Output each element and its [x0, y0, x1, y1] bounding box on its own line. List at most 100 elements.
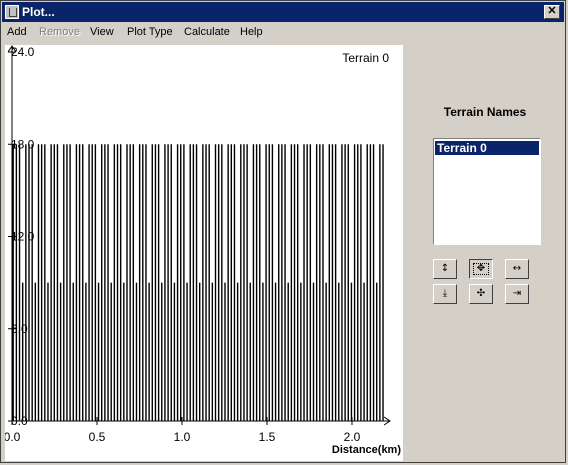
- pan-all-button[interactable]: ✥: [469, 259, 493, 279]
- terrain-bar: [31, 144, 33, 421]
- terrain-bar: [230, 144, 233, 421]
- plot-area[interactable]: 0.0 0.5 1.0 1.5 2.0 0.0 6.0 12.0 18.0 24.0 Terrai…: [5, 45, 403, 461]
- compress-all-icon: ✣: [476, 288, 486, 299]
- terrain-bar: [75, 144, 78, 421]
- terrain-bar: [366, 144, 368, 421]
- terrain-bar: [236, 282, 239, 421]
- terrain-bar: [50, 144, 52, 421]
- terrain-bar: [161, 282, 163, 421]
- menu-calculate[interactable]: Calculate: [184, 26, 230, 38]
- menu-help[interactable]: Help: [240, 26, 263, 38]
- terrain-bar: [338, 282, 340, 421]
- terrain-bar: [195, 144, 198, 421]
- terrain-bar: [148, 282, 150, 421]
- title-bar[interactable]: Plot... ✕: [2, 2, 564, 22]
- list-item[interactable]: Terrain 0: [435, 141, 539, 155]
- terrain-bar: [293, 144, 296, 421]
- terrain-bar: [372, 144, 375, 421]
- terrain-bar: [211, 282, 214, 421]
- terrain-bar: [183, 144, 185, 421]
- terrain-bar: [25, 144, 27, 421]
- menu-view[interactable]: View: [90, 26, 114, 38]
- terrain-bar: [300, 282, 302, 421]
- compress-horizontal-icon: ⇥: [512, 288, 522, 299]
- terrain-bar: [88, 144, 90, 421]
- x-tick-label: 0.0: [5, 430, 21, 444]
- terrain-bar: [34, 282, 37, 421]
- terrain-bar: [66, 144, 68, 421]
- terrain-bar: [224, 282, 226, 421]
- plot-window: Plot... ✕ Add Remove View Plot Type Calc…: [0, 0, 566, 463]
- terrain-bar: [262, 282, 264, 421]
- terrain-bar: [176, 144, 179, 421]
- compress-vertical-button[interactable]: ⤓: [433, 284, 457, 304]
- terrain-bar: [113, 144, 116, 421]
- terrain-chart: 0.0 0.5 1.0 1.5 2.0 0.0 6.0 12.0 18.0 24.0: [5, 45, 391, 444]
- terrain-bar: [290, 144, 293, 421]
- terrain-bar: [28, 144, 30, 421]
- terrain-bar: [82, 144, 84, 421]
- terrain-bar: [217, 144, 220, 421]
- y-tick-label: 24.0: [11, 45, 35, 59]
- terrain-bar: [319, 144, 321, 421]
- terrain-bar: [40, 144, 43, 421]
- terrain-bar: [199, 282, 201, 421]
- terrain-bar: [325, 282, 327, 421]
- terrain-bar: [328, 144, 331, 421]
- terrain-list[interactable]: Terrain 0: [433, 138, 541, 245]
- terrain-bar: [151, 144, 153, 421]
- terrain-bar: [94, 144, 97, 421]
- terrain-bar: [240, 144, 242, 421]
- terrain-bar: [353, 144, 356, 421]
- terrain-bar: [281, 144, 283, 421]
- terrain-bar: [379, 144, 381, 421]
- terrain-bar: [382, 144, 384, 421]
- terrain-bar: [214, 144, 217, 421]
- terrain-bar: [344, 144, 346, 421]
- terrain-bar: [72, 282, 74, 421]
- terrain-bar: [192, 144, 195, 421]
- x-tick-label: 0.5: [89, 430, 106, 444]
- arrows-vertical-icon: ↕: [440, 263, 450, 274]
- x-tick-label: 1.5: [259, 430, 276, 444]
- terrain-panel: Terrain Names Terrain 0 ↕ ✥ ↔ ⤓ ✣ ⇥: [407, 45, 563, 461]
- close-button[interactable]: ✕: [544, 5, 560, 19]
- terrain-bar: [268, 144, 270, 421]
- y-tick-label: 18.0: [11, 137, 35, 151]
- menu-add[interactable]: Add: [7, 26, 27, 38]
- terrain-bar: [341, 144, 343, 421]
- terrain-bar: [91, 144, 93, 421]
- terrain-bar: [243, 144, 245, 421]
- terrain-bar: [53, 144, 55, 421]
- menu-remove: Remove: [39, 26, 80, 38]
- terrain-bar: [154, 144, 157, 421]
- terrain-bar: [334, 144, 337, 421]
- terrain-bar: [376, 282, 378, 421]
- terrain-bar: [303, 144, 305, 421]
- menu-bar: Add Remove View Plot Type Calculate Help: [2, 23, 564, 42]
- terrain-bar: [369, 144, 372, 421]
- terrain-bar: [21, 282, 24, 421]
- terrain-bar: [132, 144, 135, 421]
- window-title: Plot...: [22, 5, 55, 19]
- stretch-vertical-button[interactable]: ↕: [433, 259, 457, 279]
- terrain-bar: [47, 282, 49, 421]
- terrain-bar: [274, 282, 277, 421]
- terrain-bar: [126, 144, 128, 421]
- compress-all-button[interactable]: ✣: [469, 284, 493, 304]
- close-icon: ✕: [547, 5, 557, 17]
- terrain-bar: [278, 144, 280, 421]
- stretch-horizontal-button[interactable]: ↔: [505, 259, 529, 279]
- terrain-bar: [315, 144, 318, 421]
- x-tick-label: 2.0: [344, 430, 361, 444]
- terrain-bar: [110, 282, 112, 421]
- terrain-bar: [227, 144, 229, 421]
- terrain-bar: [15, 144, 18, 421]
- menu-plot-type[interactable]: Plot Type: [127, 26, 173, 38]
- java-cup-icon: [5, 5, 19, 19]
- terrain-bar: [167, 144, 169, 421]
- terrain-bar: [259, 144, 261, 421]
- terrain-bar: [233, 144, 236, 421]
- compress-horizontal-button[interactable]: ⇥: [505, 284, 529, 304]
- terrain-bar: [44, 144, 46, 421]
